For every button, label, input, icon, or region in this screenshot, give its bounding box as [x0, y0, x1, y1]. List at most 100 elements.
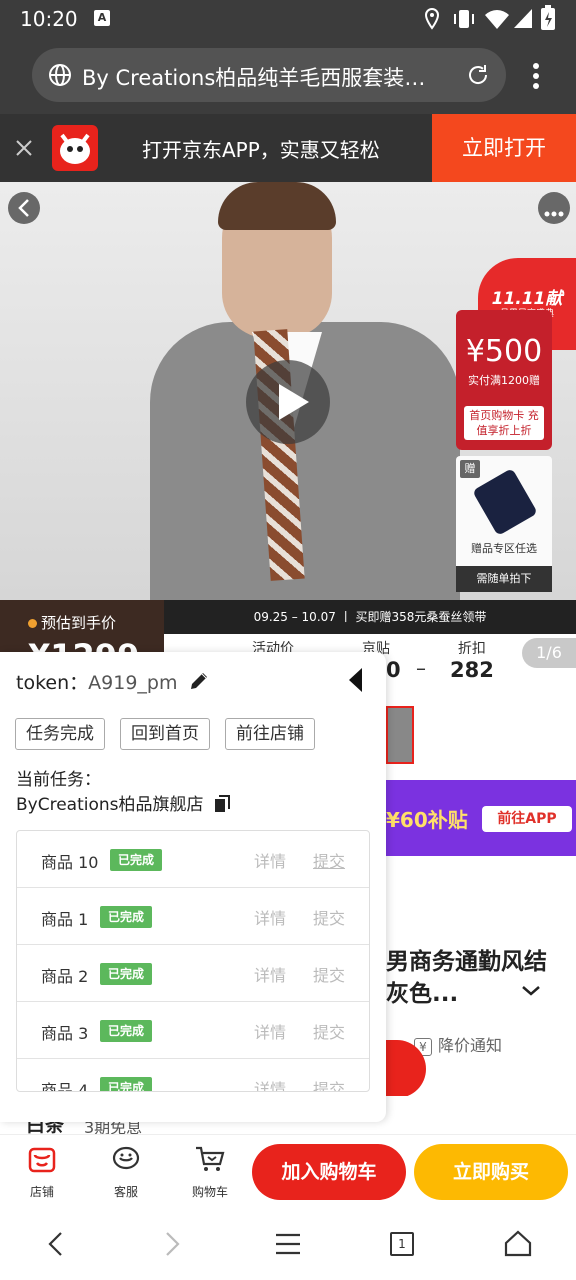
detail-link[interactable]: 详情	[254, 1019, 286, 1043]
back-home-button[interactable]: 回到首页	[120, 718, 210, 750]
status-badge: 已完成	[100, 906, 153, 928]
product-title: 男商务通勤风结 灰色...	[386, 946, 566, 1010]
current-task-value: ByCreations柏品旗舰店	[16, 795, 204, 815]
battery-icon	[541, 5, 555, 30]
task-complete-button[interactable]: 任务完成	[15, 718, 105, 750]
detail-link[interactable]: 详情	[254, 905, 286, 929]
detail-link[interactable]: 详情	[254, 962, 286, 986]
notify-label: 降价通知	[438, 1036, 503, 1055]
price-drop-notify[interactable]: ¥ 降价通知	[414, 1032, 502, 1056]
cart-icon	[196, 1146, 225, 1171]
forward-icon[interactable]	[160, 1230, 184, 1258]
clock: 10:20	[20, 7, 78, 31]
banner-text: 打开京东APP，实惠又轻松	[142, 138, 380, 162]
app-download-banner: 打开京东APP，实惠又轻松 立即打开	[0, 114, 576, 182]
token-label: token：	[16, 672, 89, 694]
minus-sign-icon: –	[416, 656, 426, 680]
back-button[interactable]	[8, 192, 40, 224]
thumbnail-item[interactable]	[386, 706, 414, 764]
add-to-cart-button[interactable]: 加入购物车	[252, 1144, 406, 1200]
chevron-down-icon[interactable]	[520, 984, 542, 998]
cart-label: 购物车	[191, 1185, 228, 1199]
estimate-label: 预估到手价	[28, 612, 116, 633]
task-row-name: 商品 3	[41, 1024, 89, 1043]
address-bar[interactable]: By Creations柏品纯羊毛西服套装男商务通勤风结婚灰色西装	[32, 48, 506, 102]
browser-nav-bar: 1	[0, 1208, 576, 1280]
thumbnail-strip	[386, 692, 576, 780]
bottom-action-bar: 店铺 客服 购物车 加入购物车 立即购买	[0, 1134, 576, 1208]
reload-icon[interactable]	[466, 63, 490, 87]
task-row-name: 商品 4	[41, 1081, 89, 1092]
menu-icon[interactable]	[274, 1232, 302, 1256]
submit-link[interactable]: 提交	[313, 905, 345, 929]
task-list[interactable]: 商品 10 已完成 详情 提交 商品 1 已完成 详情 提交 商品 2 已完成 …	[16, 830, 370, 1092]
submit-link[interactable]: 提交	[313, 962, 345, 986]
task-row-name: 商品 2	[41, 967, 89, 986]
coupon-condition: 实付满1200赠	[468, 374, 540, 387]
subsidy-amount: ¥60补贴	[386, 808, 468, 832]
status-badge: 已完成	[100, 1020, 153, 1042]
more-dots-icon	[544, 211, 564, 217]
go-store-button[interactable]: 前往店铺	[225, 718, 315, 750]
task-row: 商品 10 已完成 详情 提交	[17, 831, 369, 888]
play-video-button[interactable]	[246, 360, 330, 444]
status-badge: 已完成	[100, 1077, 153, 1091]
globe-icon	[49, 64, 71, 86]
coupon-amount: ¥500	[465, 334, 543, 369]
jd-app-logo	[52, 125, 98, 171]
detail-link[interactable]: 详情	[254, 848, 286, 872]
subsidy-banner[interactable]: ¥60补贴 前往APP	[386, 780, 576, 856]
submit-link[interactable]: 提交	[313, 1019, 345, 1043]
chevron-left-icon	[18, 199, 29, 217]
product-image-carousel[interactable]: 11.11献礼 月黑风高盛典 ¥500 实付满1200赠 首页购物卡 充值享折上…	[0, 182, 576, 600]
status-bar: 10:20 A	[0, 0, 576, 38]
gift-promo-card: 赠 赠品专区任选 需随单拍下	[456, 456, 552, 592]
task-row-name: 商品 10	[41, 853, 99, 872]
task-panel: token：A919_pm 任务完成 回到首页 前往店铺 当前任务： ByCre…	[0, 652, 386, 1122]
subsidy-value: 0	[386, 658, 401, 682]
task-row: 商品 4 已完成 详情 提交	[17, 1059, 369, 1092]
detail-link[interactable]: 详情	[254, 1076, 286, 1091]
open-app-button[interactable]: 立即打开	[432, 114, 576, 182]
discount-label: 折扣	[457, 641, 486, 657]
discount-value: 282	[450, 658, 494, 682]
submit-link[interactable]: 提交	[313, 1076, 345, 1091]
status-badge: 已完成	[100, 963, 153, 985]
close-icon[interactable]	[14, 138, 34, 158]
wifi-icon	[485, 10, 509, 29]
notification-icon: A	[94, 10, 110, 26]
product-title-line1: 男商务通勤风结	[386, 949, 547, 975]
gift-tag: 赠	[460, 460, 480, 478]
task-row: 商品 2 已完成 详情 提交	[17, 945, 369, 1002]
tabs-button[interactable]: 1	[390, 1232, 414, 1256]
store-label: 店铺	[29, 1185, 54, 1199]
copy-icon[interactable]	[213, 795, 231, 813]
store-icon	[28, 1147, 56, 1173]
collapse-arrow-icon[interactable]	[346, 666, 364, 694]
service-label: 客服	[113, 1185, 138, 1199]
estimate-value: ¥1299	[28, 636, 139, 652]
go-to-app-button[interactable]: 前往APP	[482, 806, 572, 832]
event-text: 09.25 – 10.07 丨 买即赠358元桑蚕丝领带	[164, 600, 576, 634]
coupon-note: 首页购物卡 充值享折上折	[464, 406, 544, 440]
gift-action: 需随单拍下	[456, 566, 552, 592]
submit-link[interactable]: 提交	[313, 848, 345, 872]
task-row: 商品 1 已完成 详情 提交	[17, 888, 369, 945]
vibrate-icon	[454, 10, 474, 28]
product-photo-hair	[218, 182, 336, 230]
task-row-name: 商品 1	[41, 910, 89, 929]
dot-icon	[28, 619, 37, 628]
gift-label: 赠品专区任选	[471, 542, 537, 555]
buy-now-button[interactable]: 立即购买	[414, 1144, 568, 1200]
edit-pencil-icon[interactable]	[188, 670, 210, 692]
promo-coupon-card: ¥500 实付满1200赠 首页购物卡 充值享折上折	[456, 310, 552, 450]
status-badge: 已完成	[110, 849, 163, 871]
current-task-label: 当前任务：	[16, 770, 101, 790]
more-menu-icon[interactable]	[528, 62, 544, 90]
home-icon[interactable]	[504, 1230, 532, 1258]
back-icon[interactable]	[44, 1230, 68, 1258]
task-row: 商品 3 已完成 详情 提交	[17, 1002, 369, 1059]
discount-block: 折扣 282	[450, 638, 494, 682]
more-button[interactable]	[538, 192, 570, 224]
page-title: By Creations柏品纯羊毛西服套装男商务通勤风结婚灰色西装	[82, 66, 442, 90]
